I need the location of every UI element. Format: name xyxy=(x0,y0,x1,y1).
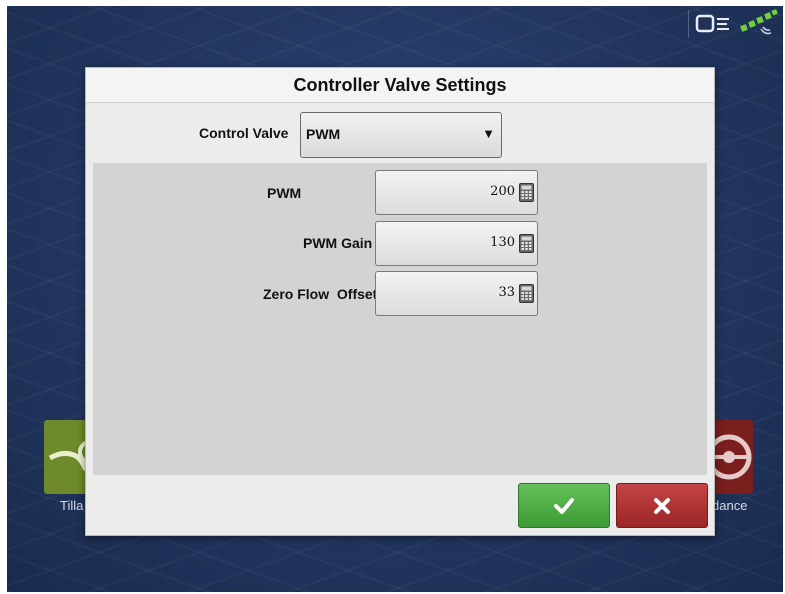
gps-signal-icon[interactable] xyxy=(739,9,779,39)
pwm-label: PWM xyxy=(267,185,302,201)
calculator-icon[interactable] xyxy=(519,284,534,303)
pwm-gain-label: PWM Gain xyxy=(303,235,373,251)
zero-flow-offset-input[interactable]: 33 xyxy=(375,271,538,316)
calculator-icon[interactable] xyxy=(519,183,534,202)
zero-flow-offset-value: 33 xyxy=(498,285,515,300)
accept-button[interactable] xyxy=(518,483,610,528)
checkmark-icon xyxy=(554,497,574,514)
settings-panel: PWM 200 PWM Gain 130 Zero Flow Offset 33 xyxy=(93,163,707,475)
control-valve-label: Control Valve xyxy=(199,125,289,141)
dropdown-arrow-icon: ▼ xyxy=(482,126,495,141)
dialog-title: Controller Valve Settings xyxy=(86,68,714,103)
pwm-gain-input[interactable]: 130 xyxy=(375,221,538,266)
pwm-value: 200 xyxy=(490,184,515,199)
calculator-icon[interactable] xyxy=(519,234,534,253)
display-connection-icon[interactable] xyxy=(695,12,733,36)
status-separator xyxy=(688,10,689,38)
pwm-input[interactable]: 200 xyxy=(375,170,538,215)
controller-valve-settings-dialog: Controller Valve Settings Control Valve … xyxy=(85,67,715,536)
control-valve-dropdown[interactable]: PWM ▼ xyxy=(300,112,502,158)
guidance-tile-label: dance xyxy=(712,498,748,513)
tillage-tile-label: Tilla xyxy=(60,498,84,513)
close-icon xyxy=(654,497,670,514)
zero-flow-offset-label: Zero Flow Offset xyxy=(263,286,378,302)
control-valve-selected-value: PWM xyxy=(306,126,341,142)
status-bar xyxy=(688,8,779,40)
pwm-gain-value: 130 xyxy=(490,235,515,250)
cancel-button[interactable] xyxy=(616,483,708,528)
